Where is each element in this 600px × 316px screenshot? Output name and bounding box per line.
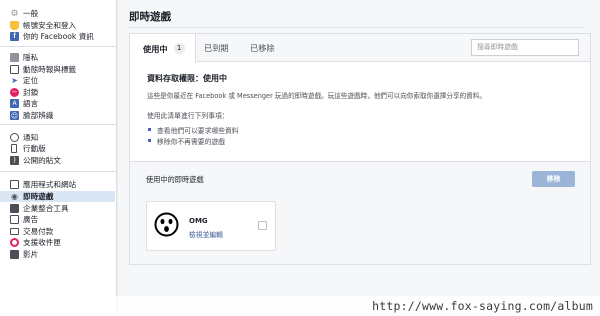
- instant-games-panel: 使用中 1 已到期 已移除 搜尋即時遊戲 資料存取權限：使用中 這些是你最近在 …: [129, 33, 591, 265]
- business-icon: [10, 203, 19, 213]
- facebook-icon: f: [10, 32, 19, 42]
- sidebar-item-apps[interactable]: 應用程式和網站: [10, 179, 116, 191]
- sidebar-item-business-integrations[interactable]: 企業整合工具: [10, 202, 116, 214]
- search-input[interactable]: 搜尋即時遊戲: [471, 39, 579, 56]
- sidebar-item-facebook-info[interactable]: f 你的 Facebook 資訊: [10, 31, 116, 43]
- tab-active[interactable]: 使用中 1: [130, 34, 196, 63]
- sidebar-item-face-recognition[interactable]: ☺ 臉部辨識: [10, 110, 116, 122]
- support-icon: [10, 238, 19, 248]
- sidebar-item-label: 封鎖: [23, 87, 39, 97]
- sidebar-item-label: 即時遊戲: [23, 192, 54, 202]
- sidebar-group-privacy: 隱私 動態時報與標籤 ➤ 定位 − 封鎖 A 語言 ☺ 臉部辨識: [0, 45, 116, 125]
- location-icon: ➤: [11, 76, 18, 86]
- tab-expired[interactable]: 已到期: [204, 34, 229, 62]
- sidebar-item-label: 一般: [23, 9, 39, 19]
- mobile-icon: [11, 144, 17, 154]
- section-title: 使用中的即時遊戲: [146, 175, 204, 184]
- tab-bar: 使用中 1 已到期 已移除 搜尋即時遊戲: [130, 34, 590, 63]
- sidebar-item-label: 行動版: [23, 144, 46, 154]
- sidebar-item-general[interactable]: ⚙ 一般: [10, 8, 116, 20]
- sidebar-item-blocking[interactable]: − 封鎖: [10, 87, 116, 99]
- view-edit-link[interactable]: 檢視並編輯: [189, 229, 223, 239]
- block-icon: −: [10, 87, 19, 97]
- sidebar-item-label: 隱私: [23, 53, 39, 63]
- language-icon: A: [10, 99, 19, 109]
- timeline-icon: [10, 64, 19, 74]
- settings-sidebar: ⚙ 一般 帳號安全和登入 f 你的 Facebook 資訊 隱私 動態時報與標籤…: [0, 0, 117, 316]
- sidebar-item-timeline[interactable]: 動態時報與標籤: [10, 63, 116, 75]
- list-item: 查看他們可以要求哪些資料: [147, 124, 579, 135]
- bullet-list: 查看他們可以要求哪些資料 移除你不再需要的遊戲: [147, 124, 579, 146]
- lock-icon: [10, 53, 19, 63]
- watermark-text: http://www.fox-saying.com/album: [0, 296, 600, 316]
- sidebar-item-privacy[interactable]: 隱私: [10, 52, 116, 64]
- sidebar-item-label: 企業整合工具: [23, 203, 69, 213]
- apps-icon: [10, 180, 19, 190]
- sidebar-group-apps: 應用程式和網站 ◉ 即時遊戲 企業整合工具 廣告 交易付款 支援收件匣 影片: [0, 171, 116, 260]
- gear-icon: ⚙: [10, 8, 19, 19]
- sidebar-item-label: 定位: [23, 76, 39, 86]
- payments-icon: [10, 227, 19, 235]
- sidebar-item-instant-games[interactable]: ◉ 即時遊戲: [0, 190, 115, 203]
- game-card[interactable]: OMG 檢視並編輯: [146, 201, 276, 251]
- description-text: 這些是你最近在 Facebook 或 Messenger 玩過的即時遊戲。玩這些…: [147, 92, 486, 100]
- sidebar-item-label: 廣告: [23, 215, 39, 225]
- sidebar-item-ads[interactable]: 廣告: [10, 214, 116, 226]
- list-item-text: 移除你不再需要的遊戲: [157, 137, 225, 146]
- sidebar-item-mobile[interactable]: 行動版: [10, 143, 116, 155]
- game-select-checkbox[interactable]: [258, 221, 267, 230]
- bullet-icon: [148, 128, 151, 131]
- ads-icon: [10, 215, 19, 225]
- surprised-face-icon: [154, 212, 179, 237]
- shield-icon: [10, 20, 19, 30]
- sidebar-item-label: 應用程式和網站: [23, 180, 77, 190]
- bullet-icon: [148, 139, 151, 142]
- sidebar-item-label: 動態時報與標籤: [23, 64, 77, 74]
- sidebar-item-notifications[interactable]: 通知: [10, 131, 116, 143]
- sidebar-item-label: 臉部辨識: [23, 111, 54, 121]
- list-item-text: 查看他們可以要求哪些資料: [157, 126, 239, 135]
- rss-icon: ): [10, 155, 19, 165]
- game-name: OMG: [189, 217, 208, 225]
- sidebar-item-payments[interactable]: 交易付款: [10, 226, 116, 238]
- main-content: 即時遊戲 使用中 1 已到期 已移除 搜尋即時遊戲 資料存取權限：使用中 這些是…: [118, 0, 600, 316]
- sidebar-item-label: 通知: [23, 132, 39, 142]
- sidebar-item-label: 支援收件匣: [23, 238, 61, 248]
- sidebar-item-security[interactable]: 帳號安全和登入: [10, 20, 116, 32]
- sidebar-item-label: 帳號安全和登入: [23, 20, 77, 30]
- game-controller-icon: ◉: [11, 192, 18, 202]
- tab-label: 使用中: [143, 43, 168, 54]
- title-divider: [129, 27, 584, 28]
- info-section: 資料存取權限：使用中 這些是你最近在 Facebook 或 Messenger …: [130, 62, 590, 146]
- sidebar-item-public-posts[interactable]: ) 公開的貼文: [10, 155, 116, 167]
- sidebar-item-label: 交易付款: [23, 226, 54, 236]
- video-icon: [10, 249, 19, 259]
- tab-count-badge: 1: [173, 43, 185, 54]
- sidebar-item-language[interactable]: A 語言: [10, 98, 116, 110]
- tab-label: 已到期: [204, 43, 229, 53]
- tab-label: 已移除: [250, 43, 275, 53]
- sidebar-item-label: 公開的貼文: [23, 155, 61, 165]
- sidebar-item-location[interactable]: ➤ 定位: [10, 75, 116, 87]
- face-recognition-icon: ☺: [10, 111, 19, 121]
- remove-button[interactable]: 移除: [532, 171, 575, 187]
- access-heading: 資料存取權限：使用中: [147, 74, 227, 83]
- sidebar-item-label: 語言: [23, 99, 39, 109]
- sidebar-item-label: 你的 Facebook 資訊: [23, 32, 94, 42]
- sidebar-item-label: 影片: [23, 249, 39, 259]
- sidebar-item-videos[interactable]: 影片: [10, 249, 116, 261]
- sidebar-group-notifications: 通知 行動版 ) 公開的貼文: [0, 124, 116, 171]
- tab-removed[interactable]: 已移除: [250, 34, 275, 62]
- page-title: 即時遊戲: [129, 11, 171, 23]
- list-item: 移除你不再需要的遊戲: [147, 135, 579, 146]
- sidebar-group-account: ⚙ 一般 帳號安全和登入 f 你的 Facebook 資訊: [0, 0, 116, 46]
- globe-icon: [10, 132, 19, 142]
- active-games-section: 使用中的即時遊戲 移除 OMG 檢視並編輯: [130, 161, 590, 264]
- list-title: 使用此清單進行下列事項：: [147, 112, 229, 120]
- sidebar-item-support-inbox[interactable]: 支援收件匣: [10, 237, 116, 249]
